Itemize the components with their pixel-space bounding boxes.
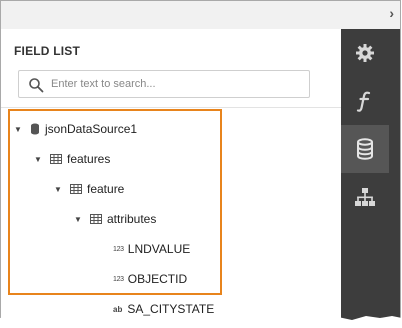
tree-item-datasource[interactable]: ▼ jsonDataSource1 <box>14 119 137 139</box>
table-icon <box>70 184 82 194</box>
search-box[interactable] <box>18 70 310 98</box>
database-icon <box>357 138 373 160</box>
tree-item-label: LNDVALUE <box>127 242 191 256</box>
tree-item-label: features <box>67 152 111 166</box>
tree-item-label: OBJECTID <box>127 272 188 286</box>
tree-item-attributes[interactable]: ▼ attributes <box>74 209 156 229</box>
search-icon <box>29 78 44 93</box>
torn-edge <box>0 315 402 328</box>
caret-down-icon[interactable]: ▼ <box>14 125 24 134</box>
tree-item-label: feature <box>87 182 125 196</box>
caret-down-icon[interactable]: ▼ <box>34 155 44 164</box>
field-list-panel: FIELD LIST ▼ jsonDataSource1 ▼ <box>1 29 341 325</box>
table-icon <box>90 214 102 224</box>
table-icon <box>50 154 62 164</box>
report-explorer-button[interactable] <box>341 173 389 221</box>
number-type-icon: 123 <box>113 245 124 253</box>
divider <box>1 107 341 108</box>
settings-button[interactable] <box>341 29 389 77</box>
hierarchy-icon <box>355 188 375 206</box>
gear-icon <box>356 44 374 62</box>
tree-item-features[interactable]: ▼ features <box>34 149 110 169</box>
top-bar: › <box>1 1 400 30</box>
tree-item-feature[interactable]: ▼ feature <box>54 179 124 199</box>
tree-item-label: jsonDataSource1 <box>45 122 138 136</box>
database-icon <box>31 123 39 135</box>
functions-button[interactable] <box>341 77 389 125</box>
window-frame: › FIELD LIST ▼ jsonDataSource1 ▼ <box>0 0 401 326</box>
field-list-button[interactable] <box>341 125 389 173</box>
caret-down-icon[interactable]: ▼ <box>74 215 84 224</box>
tree-item-objectid[interactable]: 123 OBJECTID <box>113 269 187 289</box>
caret-down-icon[interactable]: ▼ <box>54 185 64 194</box>
right-toolbar <box>341 29 400 325</box>
search-input[interactable] <box>51 73 301 95</box>
number-type-icon: 123 <box>113 275 124 283</box>
panel-title: FIELD LIST <box>14 44 80 58</box>
tree-item-label: attributes <box>107 212 157 226</box>
chevron-right-icon[interactable]: › <box>389 5 394 21</box>
tree-item-lndvalue[interactable]: 123 LNDVALUE <box>113 239 190 259</box>
function-icon <box>356 91 371 112</box>
